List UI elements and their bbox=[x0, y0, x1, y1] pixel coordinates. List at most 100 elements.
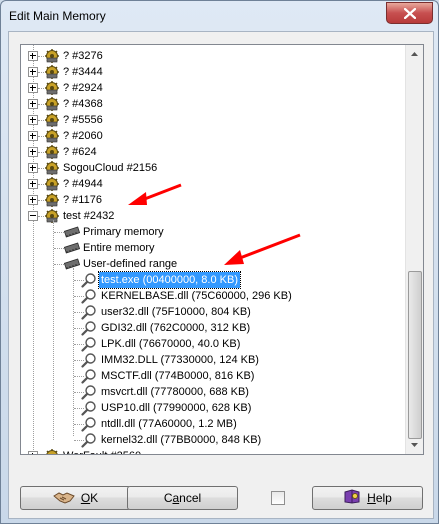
tree-item-process[interactable]: ? #2060 bbox=[21, 128, 401, 144]
tree-item-label: ? #3276 bbox=[63, 50, 103, 62]
gear-chip-icon bbox=[44, 448, 60, 454]
tree-item-label: ? #624 bbox=[63, 146, 97, 158]
cancel-label: Cancel bbox=[164, 491, 201, 505]
tree-item-process[interactable]: ? #4944 bbox=[21, 176, 401, 192]
tree-item-process[interactable]: SogouCloud #2156 bbox=[21, 160, 401, 176]
help-button[interactable]: Help bbox=[312, 486, 423, 510]
expand-toggle[interactable] bbox=[28, 115, 38, 125]
ok-label: OK bbox=[81, 491, 98, 505]
close-button[interactable] bbox=[386, 2, 433, 24]
magnifier-icon bbox=[81, 400, 97, 416]
tree-item-module[interactable]: IMM32.DLL (77330000, 124 KB) bbox=[21, 352, 401, 368]
expand-toggle[interactable] bbox=[28, 51, 38, 61]
tree-item-process[interactable]: ? #2924 bbox=[21, 80, 401, 96]
tree-item-label: ntdll.dll (77A60000, 1.2 MB) bbox=[101, 418, 237, 430]
tree-item-label: ? #5556 bbox=[63, 114, 103, 126]
tree-item-label: LPK.dll (76670000, 40.0 KB) bbox=[101, 338, 241, 350]
memory-chip-icon bbox=[63, 240, 81, 256]
tree-item-module[interactable]: ntdll.dll (77A60000, 1.2 MB) bbox=[21, 416, 401, 432]
tree-item-label: ? #2060 bbox=[63, 130, 103, 142]
ok-button[interactable]: OK bbox=[20, 486, 131, 510]
magnifier-icon bbox=[81, 432, 97, 448]
tree-item-label: GDI32.dll (762C0000, 312 KB) bbox=[101, 322, 251, 334]
tree-item-label: User-defined range bbox=[83, 258, 178, 270]
help-label: Help bbox=[367, 491, 392, 505]
tree-item-label: SogouCloud #2156 bbox=[63, 162, 158, 174]
tree-vertical-scrollbar[interactable] bbox=[405, 45, 423, 454]
tree-item-label: WerFault #2560 bbox=[61, 448, 143, 454]
gear-chip-icon bbox=[44, 96, 60, 112]
help-label-post: elp bbox=[375, 491, 392, 505]
tree-item-process[interactable]: ? #3444 bbox=[21, 64, 401, 80]
tree-item-process[interactable]: ? #5556 bbox=[21, 112, 401, 128]
memory-chip-icon bbox=[63, 224, 81, 240]
tree-item-process[interactable]: ? #3276 bbox=[21, 48, 401, 64]
tree-item-label: USP10.dll (77990000, 628 KB) bbox=[101, 402, 252, 414]
tree-connector bbox=[54, 248, 64, 249]
option-checkbox[interactable] bbox=[271, 491, 285, 505]
expand-toggle[interactable] bbox=[28, 131, 38, 141]
tree-item-label: Primary memory bbox=[83, 226, 164, 238]
tree-item-label: ? #4368 bbox=[63, 98, 103, 110]
title-bar[interactable]: Edit Main Memory bbox=[1, 1, 438, 31]
expand-toggle[interactable] bbox=[28, 67, 38, 77]
tree-item-label: kernel32.dll (77BB0000, 848 KB) bbox=[101, 434, 262, 446]
tree-item-process[interactable]: test #2432 bbox=[21, 208, 401, 224]
tree-item-module[interactable]: MSCTF.dll (774B0000, 816 KB) bbox=[21, 368, 401, 384]
expand-toggle[interactable] bbox=[28, 99, 38, 109]
magnifier-icon bbox=[81, 272, 97, 288]
magnifier-icon bbox=[81, 368, 97, 384]
memory-chip-icon bbox=[63, 256, 81, 272]
expand-toggle[interactable] bbox=[28, 195, 38, 205]
tree-item-memory[interactable]: Entire memory bbox=[21, 240, 401, 256]
expand-toggle[interactable] bbox=[28, 83, 38, 93]
window-title: Edit Main Memory bbox=[9, 9, 106, 23]
tree-item-module[interactable]: USP10.dll (77990000, 628 KB) bbox=[21, 400, 401, 416]
magnifier-icon bbox=[81, 320, 97, 336]
tree-item-label: ? #2924 bbox=[63, 82, 103, 94]
tree-item-memory[interactable]: User-defined range bbox=[21, 256, 401, 272]
tree-item-label: ? #4944 bbox=[63, 178, 103, 190]
help-book-icon bbox=[343, 489, 361, 507]
tree-item-label: KERNELBASE.dll (75C60000, 296 KB) bbox=[101, 290, 292, 302]
tree-item-module[interactable]: user32.dll (75F10000, 804 KB) bbox=[21, 304, 401, 320]
tree-item-process[interactable]: ? #1176 bbox=[21, 192, 401, 208]
cancel-button[interactable]: Cancel bbox=[127, 486, 238, 510]
magnifier-icon bbox=[81, 384, 97, 400]
tree-item-module[interactable]: KERNELBASE.dll (75C60000, 296 KB) bbox=[21, 288, 401, 304]
tree-item-process[interactable]: ? #4368 bbox=[21, 96, 401, 112]
expand-toggle[interactable] bbox=[28, 163, 38, 173]
tree-item-label: msvcrt.dll (77780000, 688 KB) bbox=[101, 386, 249, 398]
scroll-thumb[interactable] bbox=[408, 271, 422, 439]
chevron-down-icon bbox=[411, 443, 418, 447]
tree-item-label: IMM32.DLL (77330000, 124 KB) bbox=[101, 354, 259, 366]
tree-item-module[interactable]: msvcrt.dll (77780000, 688 KB) bbox=[21, 384, 401, 400]
scroll-up-button[interactable] bbox=[407, 46, 422, 62]
gear-chip-icon bbox=[44, 64, 60, 80]
handshake-icon bbox=[52, 490, 75, 507]
gear-chip-icon bbox=[44, 112, 60, 128]
tree-item-process[interactable]: WerFault #2560 bbox=[21, 448, 401, 454]
tree-item-process[interactable]: ? #624 bbox=[21, 144, 401, 160]
help-label-accel: H bbox=[367, 491, 376, 505]
expand-toggle[interactable] bbox=[28, 147, 38, 157]
magnifier-icon bbox=[81, 416, 97, 432]
tree-item-module[interactable]: LPK.dll (76670000, 40.0 KB) bbox=[21, 336, 401, 352]
tree-item-module[interactable]: test.exe (00400000, 8.0 KB) bbox=[21, 271, 401, 289]
gear-chip-icon bbox=[44, 176, 60, 192]
tree-item-label: MSCTF.dll (774B0000, 816 KB) bbox=[101, 370, 255, 382]
tree-connector bbox=[54, 232, 64, 233]
tree-item-module[interactable]: GDI32.dll (762C0000, 312 KB) bbox=[21, 320, 401, 336]
cancel-label-post: ncel bbox=[179, 491, 202, 505]
tree-item-module[interactable]: kernel32.dll (77BB0000, 848 KB) bbox=[21, 432, 401, 448]
collapse-toggle[interactable] bbox=[28, 211, 38, 221]
tree-item-memory[interactable]: Primary memory bbox=[21, 224, 401, 240]
tree-item-label: user32.dll (75F10000, 804 KB) bbox=[101, 306, 251, 318]
tree-item-label-selected: test.exe (00400000, 8.0 KB) bbox=[98, 271, 241, 289]
tree-item-label: Entire memory bbox=[83, 242, 155, 254]
expand-toggle[interactable] bbox=[28, 179, 38, 189]
close-icon bbox=[403, 7, 416, 19]
scroll-down-button[interactable] bbox=[407, 437, 422, 453]
process-tree[interactable]: ? #3276 ? #3444 ? #2924 ? #4368 ? #5556 ? #20… bbox=[20, 44, 424, 455]
expand-toggle[interactable] bbox=[28, 451, 38, 454]
